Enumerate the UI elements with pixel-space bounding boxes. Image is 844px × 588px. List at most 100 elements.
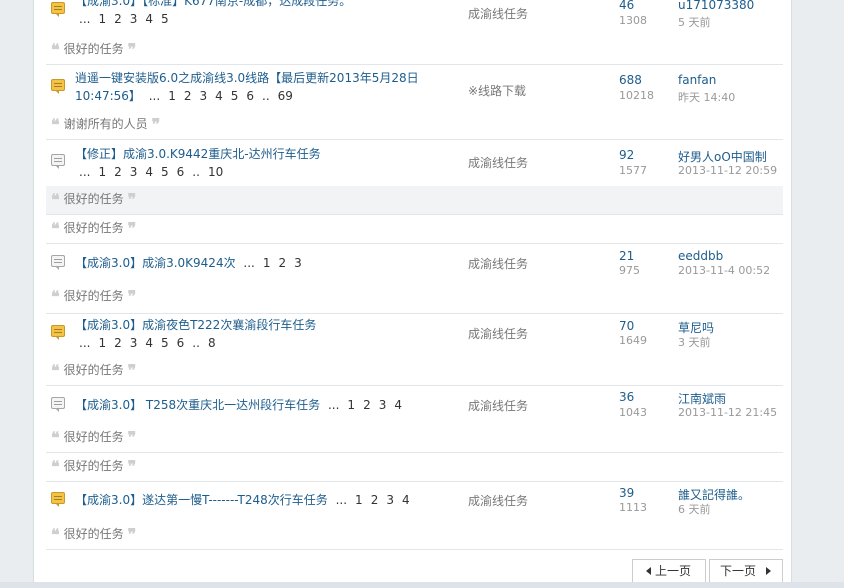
page-link[interactable]: 4 bbox=[394, 398, 402, 412]
forum-link[interactable]: 成渝线任务 bbox=[468, 325, 528, 342]
forum-link[interactable]: ※线路下载 bbox=[468, 82, 526, 99]
forum-link[interactable]: 成渝线任务 bbox=[468, 154, 528, 171]
thread-excerpt: ❝ 很好的任务 ❞ bbox=[51, 457, 137, 476]
forum-link[interactable]: 成渝线任务 bbox=[468, 5, 528, 22]
close-quote-icon: ❞ bbox=[151, 115, 161, 134]
open-quote-icon: ❝ bbox=[51, 525, 60, 544]
page-link[interactable]: 1 bbox=[263, 256, 271, 270]
page-link[interactable]: 1 bbox=[98, 336, 106, 350]
reply-count[interactable]: 92 bbox=[619, 148, 634, 162]
page-link[interactable]: 8 bbox=[208, 336, 216, 350]
page-link[interactable]: 5 bbox=[161, 12, 169, 26]
page-link[interactable]: 10 bbox=[208, 165, 223, 179]
page-link[interactable]: 4 bbox=[145, 165, 153, 179]
arrow-left-icon bbox=[646, 567, 651, 575]
page-link[interactable]: 3 bbox=[199, 89, 207, 103]
thread-excerpt: ❝ 很好的任务 ❞ bbox=[51, 428, 137, 447]
open-quote-icon: ❝ bbox=[51, 287, 60, 306]
hot-thread-icon bbox=[51, 492, 65, 507]
reply-count[interactable]: 688 bbox=[619, 73, 642, 87]
page-link[interactable]: 3 bbox=[386, 493, 394, 507]
page-link[interactable]: 3 bbox=[130, 12, 138, 26]
view-count: 975 bbox=[619, 264, 640, 277]
open-quote-icon: ❝ bbox=[51, 361, 60, 380]
page-link[interactable]: 4 bbox=[145, 336, 153, 350]
page-link[interactable]: 1 bbox=[98, 12, 106, 26]
page-link[interactable]: 5 bbox=[161, 165, 169, 179]
page-link[interactable]: 5 bbox=[161, 336, 169, 350]
page-link[interactable]: 2 bbox=[371, 493, 379, 507]
arrow-right-icon bbox=[766, 567, 772, 575]
last-post-user[interactable]: u171073380 bbox=[678, 0, 754, 12]
last-post-user[interactable]: eeddbb bbox=[678, 249, 723, 263]
next-page-button[interactable]: 下一页 bbox=[709, 559, 783, 583]
page-link[interactable]: 2 bbox=[114, 336, 122, 350]
page-link[interactable]: 3 bbox=[130, 165, 138, 179]
last-post-time[interactable]: 2013-11-12 21:45 bbox=[678, 406, 777, 419]
page-link[interactable]: 69 bbox=[278, 89, 293, 103]
last-post-time[interactable]: 5 天前 bbox=[678, 14, 711, 30]
close-quote-icon: ❞ bbox=[127, 190, 137, 209]
view-count: 1649 bbox=[619, 334, 647, 347]
hot-thread-icon bbox=[51, 325, 65, 340]
page-link[interactable]: 4 bbox=[402, 493, 410, 507]
prev-page-button[interactable]: 上一页 bbox=[632, 559, 706, 583]
last-post-user[interactable]: fanfan bbox=[678, 73, 716, 87]
thread-title-link[interactable]: 【成渝3.0】成渝夜色T222次襄渝段行车任务 bbox=[75, 318, 316, 332]
last-post-time[interactable]: 6 天前 bbox=[678, 501, 711, 517]
reply-count[interactable]: 39 bbox=[619, 486, 634, 500]
thread-title-link[interactable]: 【修正】成渝3.0.K9442重庆北-达州行车任务 bbox=[75, 147, 321, 161]
page-link[interactable]: 1 bbox=[168, 89, 176, 103]
thread-row: 【修正】成渝3.0.K9442重庆北-达州行车任务 ... 1 2 3 4 5 6.. 10 … bbox=[34, 139, 777, 243]
forum-link[interactable]: 成渝线任务 bbox=[468, 255, 528, 272]
last-post-user[interactable]: 好男人oO中国制 bbox=[678, 148, 767, 165]
page-link[interactable]: 2 bbox=[279, 256, 287, 270]
page-link[interactable]: 1 bbox=[98, 165, 106, 179]
thread-title-link[interactable]: 【成渝3.0】 T258次重庆北一达州段行车任务 bbox=[75, 398, 320, 412]
page-link[interactable]: 6 bbox=[177, 165, 185, 179]
reply-count[interactable]: 21 bbox=[619, 249, 634, 263]
page-link[interactable]: 3 bbox=[294, 256, 302, 270]
page-link[interactable]: 2 bbox=[114, 12, 122, 26]
last-post-user[interactable]: 江南斌雨 bbox=[678, 390, 726, 407]
last-post-time[interactable]: 2013-11-12 20:59 bbox=[678, 164, 777, 177]
page-link[interactable]: 2 bbox=[363, 398, 371, 412]
thread-row: 【成渝3.0】成渝3.0K9424次 ... 1 2 3 成渝线任务 21 975 e… bbox=[34, 243, 771, 313]
page-link[interactable]: 3 bbox=[130, 336, 138, 350]
page-link[interactable]: 6 bbox=[177, 336, 185, 350]
last-post-time[interactable]: 3 天前 bbox=[678, 334, 711, 350]
view-count: 1043 bbox=[619, 406, 647, 419]
thread-row: 逍遥一键安装版6.0之成渝线3.0线路【最后更新2013年5月28日10:47:… bbox=[34, 64, 771, 139]
thread-title-link[interactable]: 【成渝3.0】【标准】K677南京-成都，达成段任务。 bbox=[75, 0, 351, 8]
page-link[interactable]: 1 bbox=[355, 493, 363, 507]
page-links: ... 1 2 3 4 5 bbox=[79, 12, 169, 26]
forum-link[interactable]: 成渝线任务 bbox=[468, 492, 528, 509]
page-links: ... 1 2 3 4 bbox=[327, 398, 402, 412]
page-link[interactable]: 1 bbox=[347, 398, 355, 412]
page-link[interactable]: 4 bbox=[215, 89, 223, 103]
open-quote-icon: ❝ bbox=[51, 190, 60, 209]
page-link[interactable]: 2 bbox=[114, 165, 122, 179]
last-post-time[interactable]: 2013-11-4 00:52 bbox=[678, 264, 770, 277]
thread-title-link[interactable]: 【成渝3.0】成渝3.0K9424次 bbox=[75, 256, 236, 270]
page-link[interactable]: 3 bbox=[379, 398, 387, 412]
last-post-time[interactable]: 昨天 14:40 bbox=[678, 89, 735, 105]
thread-icon bbox=[51, 154, 65, 169]
page-link[interactable]: 2 bbox=[184, 89, 192, 103]
open-quote-icon: ❝ bbox=[51, 115, 60, 134]
view-count: 1113 bbox=[619, 501, 647, 514]
forum-link[interactable]: 成渝线任务 bbox=[468, 397, 528, 414]
thread-title-link[interactable]: 【成渝3.0】遂达第一慢T-------T248次行车任务 bbox=[75, 493, 328, 507]
thread-excerpt: ❝ 谢谢所有的人员 ❞ bbox=[51, 115, 161, 134]
reply-count[interactable]: 70 bbox=[619, 319, 634, 333]
page-link[interactable]: 6 bbox=[246, 89, 254, 103]
page-link[interactable]: 5 bbox=[231, 89, 239, 103]
thread-row: 【成渝3.0】 T258次重庆北一达州段行车任务 ... 1 2 3 4 成渝线任务 3… bbox=[34, 385, 777, 483]
reply-count[interactable]: 46 bbox=[619, 0, 634, 12]
view-count: 10218 bbox=[619, 89, 654, 102]
reply-count[interactable]: 36 bbox=[619, 390, 634, 404]
page-links: ... 1 2 3 4 bbox=[335, 493, 410, 507]
thread-excerpt: ❝ 很好的任务 ❞ bbox=[51, 219, 137, 238]
hot-thread-icon bbox=[51, 79, 65, 94]
page-link[interactable]: 4 bbox=[145, 12, 153, 26]
